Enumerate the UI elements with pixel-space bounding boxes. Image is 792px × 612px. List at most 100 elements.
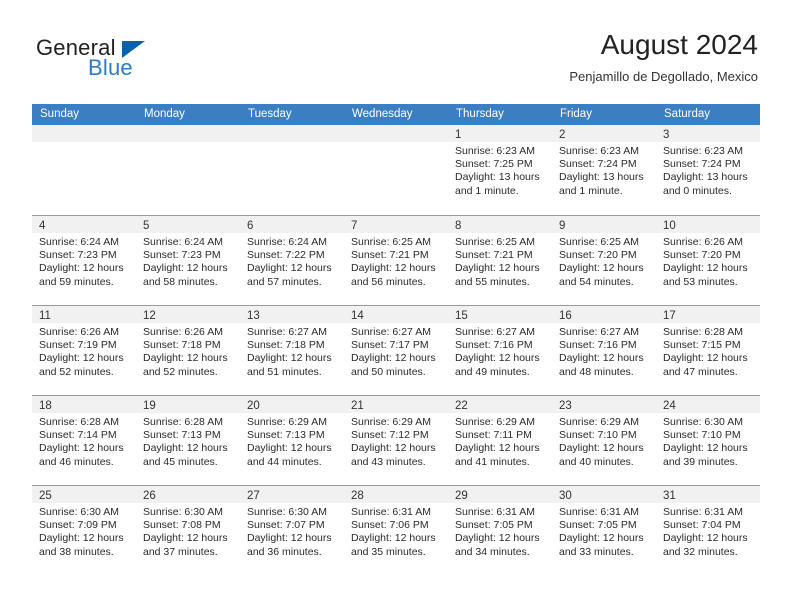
- day-number-strip: 20: [240, 396, 344, 413]
- day-cell[interactable]: 9 Sunrise: 6:25 AM Sunset: 7:20 PM Daylight…: [552, 216, 656, 305]
- daylight-text-line1: Daylight: 12 hours: [39, 442, 124, 455]
- day-cell[interactable]: 14 Sunrise: 6:27 AM Sunset: 7:17 PM Dayligh…: [344, 306, 448, 395]
- day-cell[interactable]: 22 Sunrise: 6:29 AM Sunset: 7:11 PM Dayligh…: [448, 396, 552, 485]
- day-details: Sunrise: 6:23 AM Sunset: 7:25 PM Daylight:…: [448, 142, 552, 198]
- sunset-text: Sunset: 7:10 PM: [663, 429, 741, 442]
- daylight-text-line1: Daylight: 12 hours: [247, 352, 332, 365]
- daylight-text-line2: and 57 minutes.: [247, 275, 322, 288]
- day-cell[interactable]: 18 Sunrise: 6:28 AM Sunset: 7:14 PM Dayligh…: [32, 396, 136, 485]
- calendar-week-row: 11 Sunrise: 6:26 AM Sunset: 7:19 PM Dayligh…: [32, 305, 760, 395]
- day-cell[interactable]: 2 Sunrise: 6:23 AM Sunset: 7:24 PM Daylight…: [552, 125, 656, 215]
- day-cell[interactable]: 24 Sunrise: 6:30 AM Sunset: 7:10 PM Dayligh…: [656, 396, 760, 485]
- day-details: Sunrise: 6:24 AM Sunset: 7:22 PM Daylight:…: [240, 233, 344, 289]
- day-cell[interactable]: 31 Sunrise: 6:31 AM Sunset: 7:04 PM Dayligh…: [656, 486, 760, 577]
- day-cell[interactable]: 8 Sunrise: 6:25 AM Sunset: 7:21 PM Daylight…: [448, 216, 552, 305]
- sunset-text: Sunset: 7:21 PM: [351, 249, 429, 262]
- day-cell[interactable]: 23 Sunrise: 6:29 AM Sunset: 7:10 PM Dayligh…: [552, 396, 656, 485]
- daylight-text-line2: and 39 minutes.: [663, 455, 738, 468]
- day-cell[interactable]: 16 Sunrise: 6:27 AM Sunset: 7:16 PM Dayligh…: [552, 306, 656, 395]
- day-details: Sunrise: 6:28 AM Sunset: 7:13 PM Daylight:…: [136, 413, 240, 469]
- day-number-strip: [344, 125, 448, 142]
- weekday-monday: Monday: [144, 108, 185, 120]
- day-cell-empty: [32, 125, 136, 215]
- day-details: Sunrise: 6:26 AM Sunset: 7:19 PM Daylight:…: [32, 323, 136, 379]
- weekday-friday: Friday: [560, 108, 592, 120]
- calendar-week-row: 4 Sunrise: 6:24 AM Sunset: 7:23 PM Daylight…: [32, 215, 760, 305]
- day-cell[interactable]: 19 Sunrise: 6:28 AM Sunset: 7:13 PM Dayligh…: [136, 396, 240, 485]
- sunset-text: Sunset: 7:23 PM: [143, 249, 221, 262]
- day-cell[interactable]: 6 Sunrise: 6:24 AM Sunset: 7:22 PM Daylight…: [240, 216, 344, 305]
- day-details: Sunrise: 6:28 AM Sunset: 7:14 PM Daylight:…: [32, 413, 136, 469]
- daylight-text-line1: Daylight: 12 hours: [559, 352, 644, 365]
- day-cell[interactable]: 3 Sunrise: 6:23 AM Sunset: 7:24 PM Daylight…: [656, 125, 760, 215]
- day-cell[interactable]: 27 Sunrise: 6:30 AM Sunset: 7:07 PM Dayligh…: [240, 486, 344, 577]
- day-number-strip: [32, 125, 136, 142]
- sunset-text: Sunset: 7:13 PM: [247, 429, 325, 442]
- sunrise-text: Sunrise: 6:23 AM: [559, 145, 639, 157]
- sunrise-text: Sunrise: 6:28 AM: [663, 326, 743, 338]
- sunset-text: Sunset: 7:15 PM: [663, 339, 741, 352]
- day-cell[interactable]: 20 Sunrise: 6:29 AM Sunset: 7:13 PM Dayligh…: [240, 396, 344, 485]
- day-number: 22: [455, 400, 468, 412]
- day-cell[interactable]: 4 Sunrise: 6:24 AM Sunset: 7:23 PM Daylight…: [32, 216, 136, 305]
- sunset-text: Sunset: 7:05 PM: [559, 519, 637, 532]
- day-cell[interactable]: 30 Sunrise: 6:31 AM Sunset: 7:05 PM Dayligh…: [552, 486, 656, 577]
- day-cell[interactable]: 5 Sunrise: 6:24 AM Sunset: 7:23 PM Daylight…: [136, 216, 240, 305]
- day-number-strip: 15: [448, 306, 552, 323]
- day-cell[interactable]: 1 Sunrise: 6:23 AM Sunset: 7:25 PM Daylight…: [448, 125, 552, 215]
- day-number: 11: [39, 310, 51, 322]
- daylight-text-line2: and 52 minutes.: [39, 365, 114, 378]
- day-cell[interactable]: 11 Sunrise: 6:26 AM Sunset: 7:19 PM Dayligh…: [32, 306, 136, 395]
- daylight-text-line1: Daylight: 12 hours: [663, 352, 748, 365]
- sunrise-text: Sunrise: 6:25 AM: [455, 236, 535, 248]
- day-cell[interactable]: 28 Sunrise: 6:31 AM Sunset: 7:06 PM Dayligh…: [344, 486, 448, 577]
- day-details: Sunrise: 6:29 AM Sunset: 7:11 PM Daylight:…: [448, 413, 552, 469]
- day-cell[interactable]: 26 Sunrise: 6:30 AM Sunset: 7:08 PM Dayligh…: [136, 486, 240, 577]
- day-cell[interactable]: 29 Sunrise: 6:31 AM Sunset: 7:05 PM Dayligh…: [448, 486, 552, 577]
- day-details: Sunrise: 6:24 AM Sunset: 7:23 PM Daylight:…: [32, 233, 136, 289]
- daylight-text-line2: and 56 minutes.: [351, 275, 426, 288]
- daylight-text-line1: Daylight: 13 hours: [663, 171, 748, 184]
- sunrise-text: Sunrise: 6:24 AM: [39, 236, 119, 248]
- calendar-week-rows: 1 Sunrise: 6:23 AM Sunset: 7:25 PM Daylight…: [32, 125, 760, 577]
- location-subtitle: Penjamillo de Degollado, Mexico: [569, 69, 758, 84]
- day-details: Sunrise: 6:31 AM Sunset: 7:06 PM Daylight:…: [344, 503, 448, 559]
- sunrise-text: Sunrise: 6:27 AM: [247, 326, 327, 338]
- day-number: 5: [143, 220, 150, 232]
- daylight-text-line1: Daylight: 12 hours: [455, 442, 540, 455]
- day-cell[interactable]: 12 Sunrise: 6:26 AM Sunset: 7:18 PM Dayligh…: [136, 306, 240, 395]
- day-cell[interactable]: 17 Sunrise: 6:28 AM Sunset: 7:15 PM Dayligh…: [656, 306, 760, 395]
- weekday-wednesday: Wednesday: [352, 108, 413, 120]
- daylight-text-line1: Daylight: 12 hours: [247, 442, 332, 455]
- day-number-strip: 9: [552, 216, 656, 233]
- general-blue-logo[interactable]: General Blue: [36, 36, 286, 88]
- sunset-text: Sunset: 7:14 PM: [39, 429, 117, 442]
- sunrise-text: Sunrise: 6:24 AM: [143, 236, 223, 248]
- day-cell[interactable]: 21 Sunrise: 6:29 AM Sunset: 7:12 PM Dayligh…: [344, 396, 448, 485]
- day-number-strip: 19: [136, 396, 240, 413]
- day-number: 21: [351, 400, 364, 412]
- sunset-text: Sunset: 7:19 PM: [39, 339, 117, 352]
- day-details: Sunrise: 6:31 AM Sunset: 7:05 PM Daylight:…: [552, 503, 656, 559]
- day-cell[interactable]: 13 Sunrise: 6:27 AM Sunset: 7:18 PM Dayligh…: [240, 306, 344, 395]
- daylight-text-line1: Daylight: 12 hours: [247, 262, 332, 275]
- day-cell[interactable]: 10 Sunrise: 6:26 AM Sunset: 7:20 PM Dayligh…: [656, 216, 760, 305]
- daylight-text-line1: Daylight: 12 hours: [247, 532, 332, 545]
- day-number-strip: 12: [136, 306, 240, 323]
- page-title: August 2024: [600, 29, 758, 60]
- day-cell[interactable]: 25 Sunrise: 6:30 AM Sunset: 7:09 PM Dayligh…: [32, 486, 136, 577]
- daylight-text-line1: Daylight: 12 hours: [143, 352, 228, 365]
- daylight-text-line2: and 43 minutes.: [351, 455, 426, 468]
- daylight-text-line2: and 45 minutes.: [143, 455, 218, 468]
- sunset-text: Sunset: 7:24 PM: [663, 158, 741, 171]
- sunset-text: Sunset: 7:16 PM: [455, 339, 533, 352]
- daylight-text-line2: and 33 minutes.: [559, 545, 634, 558]
- day-details: Sunrise: 6:29 AM Sunset: 7:12 PM Daylight:…: [344, 413, 448, 469]
- day-cell[interactable]: 15 Sunrise: 6:27 AM Sunset: 7:16 PM Dayligh…: [448, 306, 552, 395]
- day-cell[interactable]: 7 Sunrise: 6:25 AM Sunset: 7:21 PM Daylight…: [344, 216, 448, 305]
- sunset-text: Sunset: 7:17 PM: [351, 339, 429, 352]
- daylight-text-line1: Daylight: 12 hours: [559, 262, 644, 275]
- day-details: Sunrise: 6:30 AM Sunset: 7:07 PM Daylight:…: [240, 503, 344, 559]
- day-number: 14: [351, 310, 364, 322]
- sunrise-text: Sunrise: 6:31 AM: [559, 506, 639, 518]
